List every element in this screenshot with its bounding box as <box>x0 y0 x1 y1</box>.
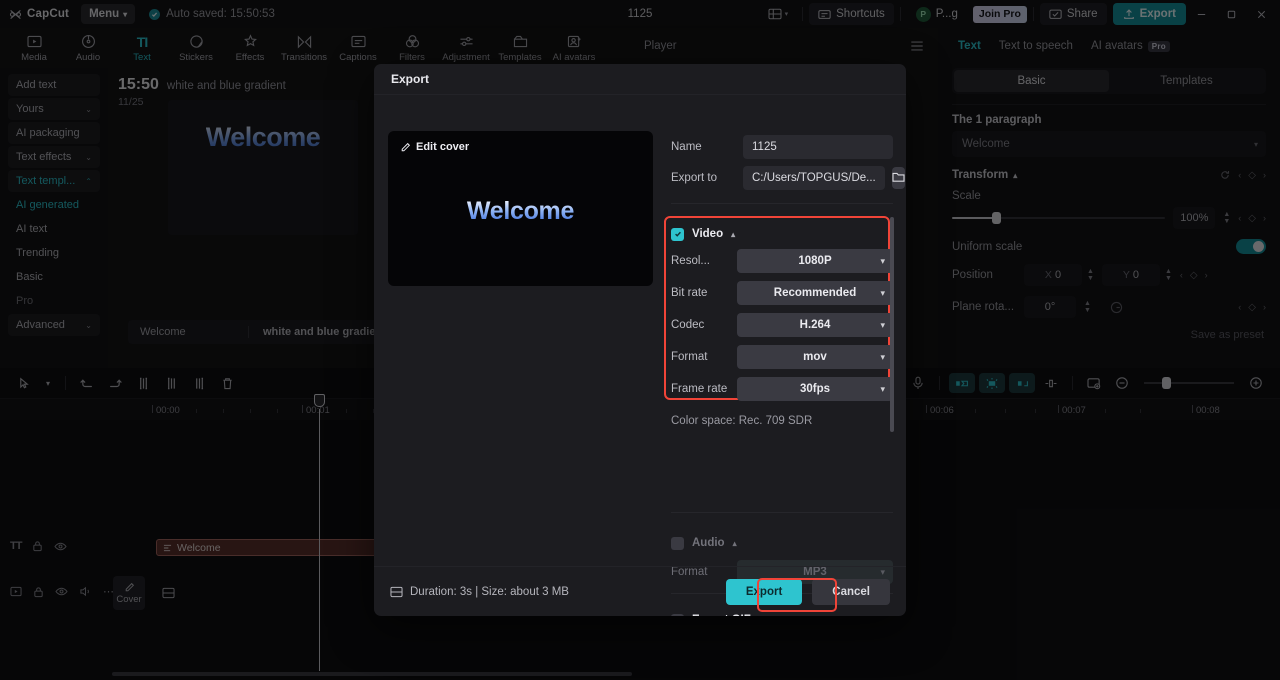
edit-cover-label: Edit cover <box>416 141 470 153</box>
chevron-down-icon: ▾ <box>880 255 885 266</box>
bitrate-row: Bit rate Recommended ▾ <box>671 277 893 309</box>
chevron-up-icon[interactable]: ▴ <box>733 539 737 548</box>
capcut-window: CapCut Menu ▾ Auto saved: 15:50:53 1125 … <box>0 0 1280 680</box>
export-to-label: Export to <box>671 171 718 184</box>
resolution-select[interactable]: 1080P ▾ <box>737 249 893 273</box>
color-space-text: Color space: Rec. 709 SDR <box>671 415 813 427</box>
cover-preview-text: Welcome <box>388 197 653 226</box>
export-form: Name 1125 Export to C:/Users/TOPGUS/De..… <box>671 131 905 208</box>
export-to-input[interactable]: C:/Users/TOPGUS/De... <box>743 165 885 190</box>
audio-section-label: Audio <box>692 537 725 549</box>
format-label: Format <box>671 351 708 363</box>
resolution-label: Resol... <box>671 255 710 267</box>
folder-icon[interactable] <box>891 166 905 189</box>
framerate-select[interactable]: 30fps ▾ <box>737 377 893 401</box>
divider <box>671 203 893 204</box>
framerate-value: 30fps <box>799 383 831 395</box>
pencil-icon <box>400 142 411 153</box>
resolution-value: 1080P <box>798 255 832 267</box>
chevron-down-icon: ▾ <box>880 319 885 330</box>
export-to-row: Export to C:/Users/TOPGUS/De... <box>671 162 905 193</box>
codec-select[interactable]: H.264 ▾ <box>737 313 893 337</box>
chevron-up-icon[interactable]: ▴ <box>731 230 735 239</box>
format-row: Format mov ▾ <box>671 341 893 373</box>
resolution-row: Resol... 1080P ▾ <box>671 245 893 277</box>
audio-checkbox[interactable] <box>671 536 684 550</box>
video-checkbox[interactable] <box>671 227 684 241</box>
export-summary: Duration: 3s | Size: about 3 MB <box>390 586 569 598</box>
bitrate-label: Bit rate <box>671 287 708 299</box>
chevron-down-icon: ▾ <box>880 383 885 394</box>
video-section-label: Video <box>692 228 724 240</box>
cover-preview[interactable]: Edit cover Welcome <box>388 131 653 286</box>
codec-label: Codec <box>671 319 705 331</box>
video-settings-group: Video ▴ Resol... 1080P ▾ Bit rate Recomm… <box>671 223 893 405</box>
dialog-scrollbar[interactable] <box>890 217 894 432</box>
name-input[interactable]: 1125 <box>743 134 893 159</box>
framerate-label: Frame rate <box>671 383 728 395</box>
name-row: Name 1125 <box>671 131 893 162</box>
format-select[interactable]: mov ▾ <box>737 345 893 369</box>
audio-section-inner: Audio ▴ <box>671 532 737 554</box>
format-value: mov <box>803 351 827 363</box>
edit-cover-button[interactable]: Edit cover <box>400 141 469 153</box>
chevron-down-icon: ▾ <box>880 287 885 298</box>
export-dialog: Export Edit cover Welcome Name 1125 Expo… <box>374 64 906 616</box>
video-section-header[interactable]: Video ▴ <box>671 223 893 245</box>
divider <box>671 512 893 513</box>
name-label: Name <box>671 140 702 153</box>
chevron-down-icon: ▾ <box>880 351 885 362</box>
codec-row: Codec H.264 ▾ <box>671 309 893 341</box>
export-button-highlight <box>757 578 837 612</box>
dialog-body: Edit cover Welcome Name 1125 Export to C… <box>374 95 906 616</box>
codec-value: H.264 <box>799 319 831 331</box>
audio-section-header[interactable]: Audio ▴ <box>671 532 737 554</box>
bitrate-select[interactable]: Recommended ▾ <box>737 281 893 305</box>
framerate-row: Frame rate 30fps ▾ <box>671 373 893 405</box>
bitrate-value: Recommended <box>773 287 857 299</box>
dialog-title: Export <box>374 64 906 95</box>
export-summary-text: Duration: 3s | Size: about 3 MB <box>410 585 569 598</box>
film-icon <box>390 586 403 598</box>
